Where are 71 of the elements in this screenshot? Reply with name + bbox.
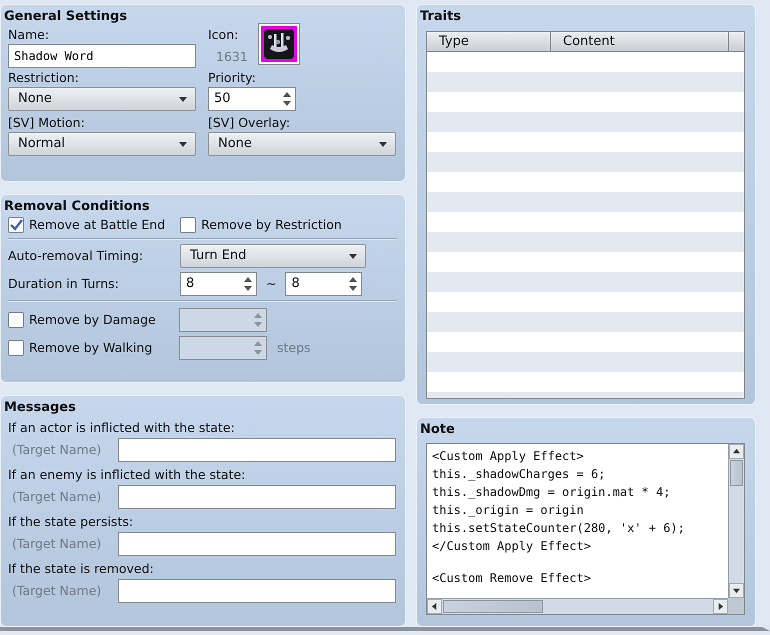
checkbox[interactable]: [180, 217, 196, 233]
target-name-label: (Target Name): [11, 582, 102, 600]
field-label: Icon:: [208, 26, 240, 44]
timing-dropdown[interactable]: Turn End: [180, 244, 366, 268]
scroll-up-button[interactable]: [729, 444, 744, 459]
section-title: Removal Conditions: [4, 198, 151, 216]
message-label: If the state is removed:: [8, 560, 155, 578]
max-turns-field[interactable]: 8: [285, 272, 362, 296]
message-field[interactable]: [118, 579, 396, 603]
unit-label: steps: [277, 339, 311, 357]
code-line: <Custom Apply Effect>: [432, 448, 585, 465]
scroll-thumb[interactable]: [730, 460, 743, 486]
section-title: Note: [420, 421, 456, 439]
caret-icon: [349, 254, 357, 258]
caret-icon: [379, 142, 387, 146]
motion-dropdown[interactable]: Normal: [8, 132, 196, 156]
spin-arrows-icon[interactable]: [349, 277, 358, 291]
arrow-icon: [733, 587, 740, 594]
arrow-icon: [431, 603, 438, 610]
checkbox[interactable]: [8, 217, 24, 233]
tilde-separator: ~: [266, 275, 276, 293]
scroll-right-button[interactable]: [713, 599, 728, 614]
restriction-dropdown[interactable]: None: [8, 87, 196, 111]
code-line: <Custom Remove Effect>: [432, 570, 592, 587]
field-label: [SV] Motion:: [8, 114, 86, 132]
spin-arrows-icon[interactable]: [244, 277, 252, 291]
column-header[interactable]: Type: [427, 32, 551, 51]
priority-field[interactable]: 50: [208, 87, 296, 111]
section-title: General Settings: [4, 8, 128, 26]
code-line: this.setStateCounter(280, 'x' + 6);: [432, 520, 686, 537]
code-line: this._shadowDmg = origin.mat * 4;: [432, 484, 672, 501]
overlay-dropdown[interactable]: None: [208, 132, 396, 156]
arrow-icon: [733, 448, 740, 455]
arrow-icon: [717, 603, 724, 610]
field-label: Restriction:: [8, 69, 80, 87]
note-field[interactable]: <Custom Apply Effect> this._shadowCharges = 6; this._shadowDmg = origin.mat * 4; this._origin = origin this.setStateCounter(280, 'x' + 6); </Custom Apply Effect> <Custom Remove Effect>: [426, 443, 745, 615]
field-label: Auto-removal Timing:: [8, 247, 144, 265]
target-name-label: (Target Name): [11, 535, 102, 553]
message-field[interactable]: [118, 532, 396, 556]
vertical-scrollbar[interactable]: [728, 444, 744, 598]
scroll-thumb[interactable]: [443, 600, 543, 613]
scroll-left-button[interactable]: [427, 599, 442, 614]
scroll-down-button[interactable]: [729, 583, 744, 598]
field-label: Priority:: [208, 69, 257, 87]
scrollbar-corner: [728, 598, 744, 614]
section-title: Traits: [420, 8, 462, 26]
name-field[interactable]: Shadow Word: [8, 44, 196, 68]
field-label: Duration in Turns:: [8, 275, 120, 293]
code-line: this._shadowCharges = 6;: [432, 466, 606, 483]
caret-icon: [179, 96, 187, 102]
horizontal-scrollbar[interactable]: [427, 598, 728, 614]
field-label: [SV] Overlay:: [208, 114, 292, 132]
checkbox-label[interactable]: Remove by Restriction: [201, 216, 342, 234]
field-label: Name:: [8, 26, 50, 44]
target-name-label: (Target Name): [11, 488, 102, 506]
message-label: If the state persists:: [8, 513, 134, 531]
code-line: this._origin = origin: [432, 502, 585, 519]
section-title: Messages: [4, 399, 77, 417]
message-field[interactable]: [118, 485, 396, 509]
caret-icon: [179, 142, 187, 146]
min-turns-field[interactable]: 8: [180, 272, 257, 296]
column-header[interactable]: Content: [551, 32, 729, 51]
target-name-label: (Target Name): [11, 441, 102, 459]
icon-number: 1631: [216, 48, 248, 66]
message-label: If an actor is inflicted with the state:: [8, 419, 236, 437]
spin-arrows-icon[interactable]: [283, 92, 291, 106]
message-field[interactable]: [118, 438, 396, 462]
code-line: </Custom Apply Effect>: [432, 538, 592, 555]
message-label: If an enemy is inflicted with the state:: [8, 466, 246, 484]
checkbox-label[interactable]: Remove at Battle End: [29, 216, 166, 234]
state-icon[interactable]: [258, 23, 300, 65]
